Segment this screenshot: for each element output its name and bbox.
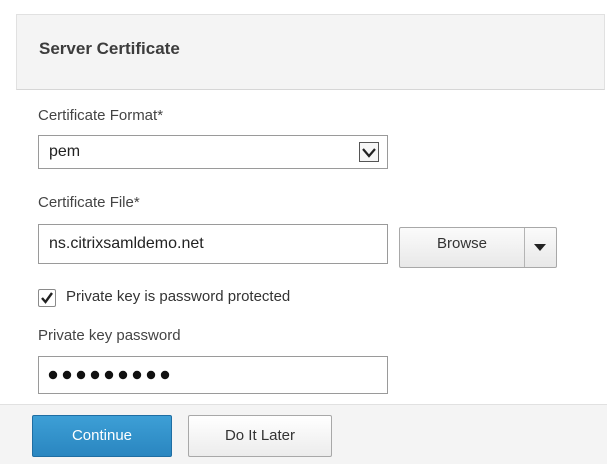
private-key-password-input[interactable] [38, 356, 388, 394]
panel-title: Server Certificate [39, 39, 180, 58]
certificate-format-label: Certificate Format* [38, 107, 164, 124]
server-certificate-panel: Server Certificate Certificate Format* p… [0, 0, 607, 464]
do-it-later-button[interactable]: Do It Later [188, 415, 332, 457]
password-mask [48, 370, 170, 380]
browse-button-group: Browse [399, 227, 557, 268]
certificate-format-select[interactable]: pem [38, 135, 388, 169]
browse-button[interactable]: Browse [400, 228, 525, 267]
panel-header: Server Certificate [16, 14, 605, 90]
certificate-format-value: pem [49, 143, 81, 160]
chevron-down-icon[interactable] [359, 142, 379, 162]
caret-down-icon[interactable] [524, 228, 556, 267]
checkmark-icon [41, 292, 53, 304]
continue-button[interactable]: Continue [32, 415, 172, 457]
certificate-file-value: ns.citrixsamldemo.net [49, 235, 204, 252]
private-key-protected-label: Private key is password protected [66, 288, 291, 305]
certificate-file-input[interactable]: ns.citrixsamldemo.net [38, 224, 388, 264]
private-key-password-label: Private key password [38, 327, 181, 344]
certificate-file-label: Certificate File* [38, 194, 140, 211]
private-key-protected-checkbox[interactable] [38, 289, 56, 307]
